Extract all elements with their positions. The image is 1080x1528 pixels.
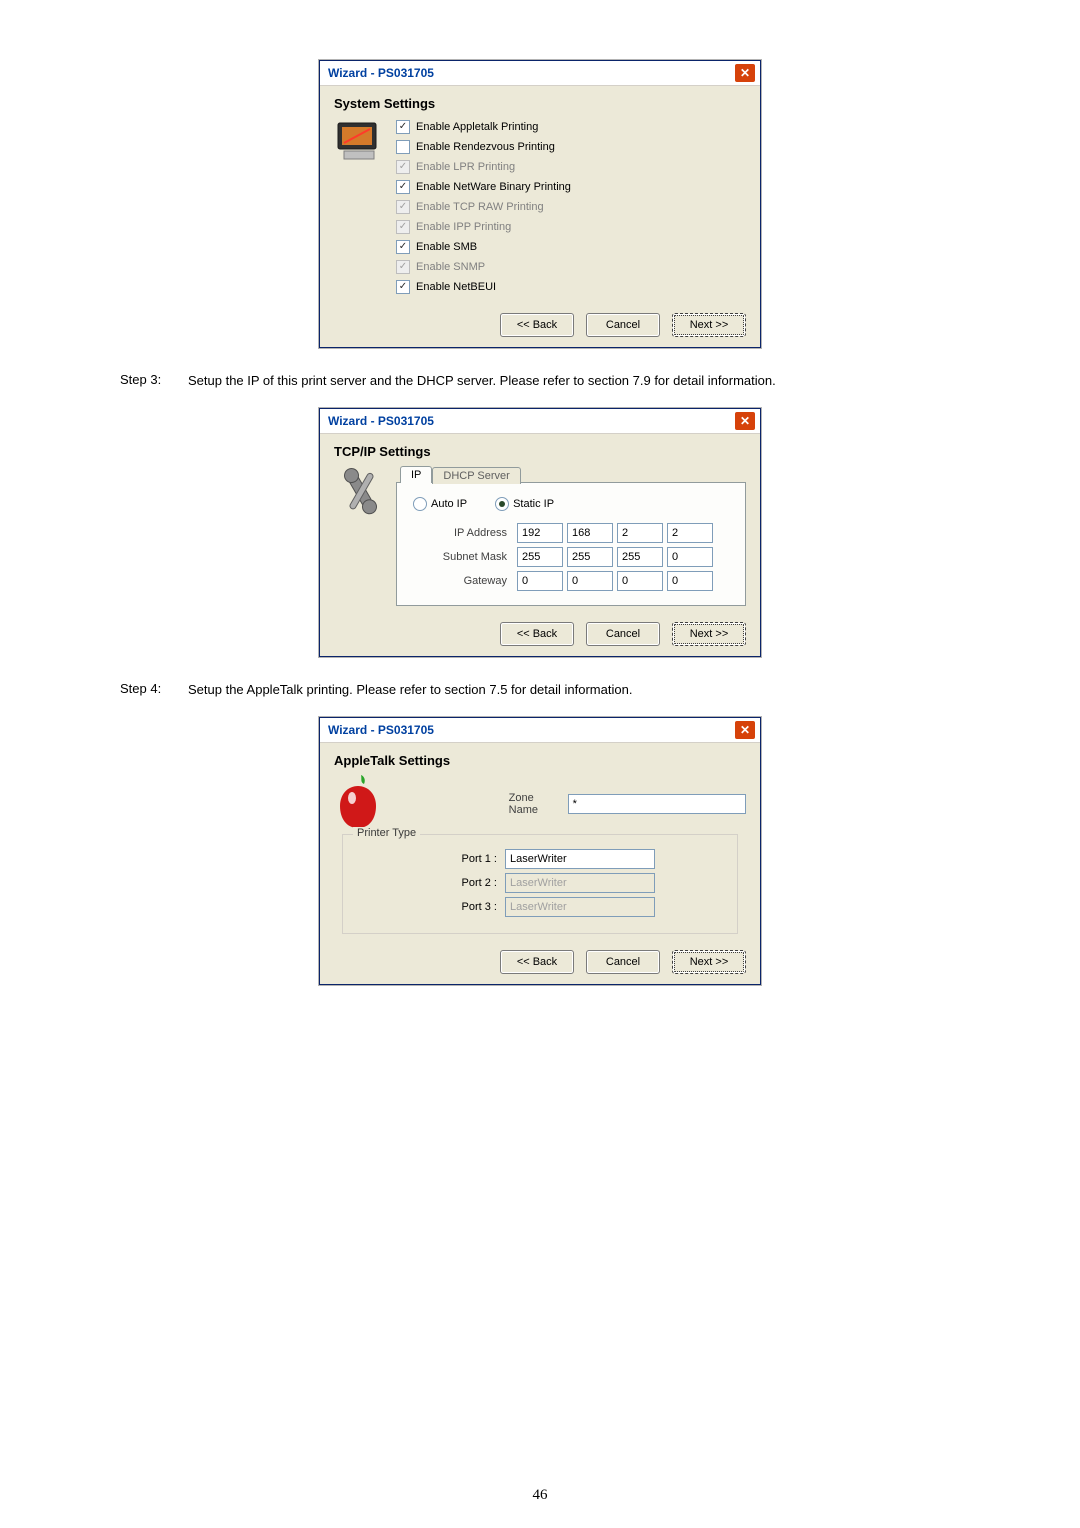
step3-label: Step 3: xyxy=(120,372,188,390)
mask-octet[interactable]: 255 xyxy=(517,547,563,567)
checkbox-label: Enable LPR Printing xyxy=(416,161,515,173)
radio-static-ip[interactable]: Static IP xyxy=(495,497,554,511)
gateway-label: Gateway xyxy=(423,575,513,587)
page-number: 46 xyxy=(0,1487,1080,1504)
checkbox-label: Enable IPP Printing xyxy=(416,221,511,233)
checkbox-icon[interactable]: ✓ xyxy=(396,180,410,194)
ip-octet[interactable]: 2 xyxy=(667,523,713,543)
checkbox-icon: ✓ xyxy=(396,260,410,274)
ip-address-label: IP Address xyxy=(423,527,513,539)
mask-octet[interactable]: 0 xyxy=(667,547,713,567)
tab-dhcp[interactable]: DHCP Server xyxy=(432,467,520,484)
monitor-icon xyxy=(334,117,396,297)
window-title: Wizard - PS031705 xyxy=(328,414,434,428)
printer-type-fieldset: Printer Type Port 1 :LaserWriterPort 2 :… xyxy=(342,834,738,934)
titlebar[interactable]: Wizard - PS031705 ✕ xyxy=(320,61,760,86)
checkbox-label: Enable SNMP xyxy=(416,261,485,273)
close-icon[interactable]: ✕ xyxy=(734,411,756,431)
checkbox-row: ✓ Enable TCP RAW Printing xyxy=(396,197,746,217)
port-row: Port 3 : LaserWriter xyxy=(451,897,725,917)
checkbox-icon[interactable]: ✓ xyxy=(396,120,410,134)
mask-octet[interactable]: 255 xyxy=(567,547,613,567)
close-icon[interactable]: ✕ xyxy=(734,63,756,83)
subnet-mask-label: Subnet Mask xyxy=(423,551,513,563)
fieldset-legend: Printer Type xyxy=(353,827,420,839)
back-button[interactable]: << Back xyxy=(500,313,574,337)
checkbox-row[interactable]: Enable Rendezvous Printing xyxy=(396,137,746,157)
back-button[interactable]: << Back xyxy=(500,950,574,974)
port-label: Port 1 : xyxy=(451,853,497,865)
checkbox-row[interactable]: ✓ Enable SMB xyxy=(396,237,746,257)
window-title: Wizard - PS031705 xyxy=(328,723,434,737)
port-row: Port 2 : LaserWriter xyxy=(451,873,725,893)
close-icon[interactable]: ✕ xyxy=(734,720,756,740)
checkbox-icon[interactable]: ✓ xyxy=(396,280,410,294)
checkbox-label: Enable Appletalk Printing xyxy=(416,121,538,133)
checkbox-row[interactable]: ✓ Enable NetBEUI xyxy=(396,277,746,297)
checkbox-row[interactable]: ✓ Enable NetWare Binary Printing xyxy=(396,177,746,197)
checkbox-icon: ✓ xyxy=(396,220,410,234)
mask-octet[interactable]: 255 xyxy=(617,547,663,567)
port-label: Port 3 : xyxy=(451,901,497,913)
checkbox-row: ✓ Enable LPR Printing xyxy=(396,157,746,177)
gw-octet[interactable]: 0 xyxy=(567,571,613,591)
port-input[interactable]: LaserWriter xyxy=(505,849,655,869)
section-heading: AppleTalk Settings xyxy=(334,753,746,768)
radio-auto-ip[interactable]: Auto IP xyxy=(413,497,467,511)
titlebar[interactable]: Wizard - PS031705 ✕ xyxy=(320,718,760,743)
checkbox-icon: ✓ xyxy=(396,160,410,174)
gw-octet[interactable]: 0 xyxy=(617,571,663,591)
port-row: Port 1 : LaserWriter xyxy=(451,849,725,869)
step3-text: Setup the IP of this print server and th… xyxy=(188,372,960,390)
checkbox-icon[interactable]: ✓ xyxy=(396,240,410,254)
titlebar[interactable]: Wizard - PS031705 ✕ xyxy=(320,409,760,434)
checkbox-label: Enable SMB xyxy=(416,241,477,253)
ip-octet[interactable]: 2 xyxy=(617,523,663,543)
checkbox-label: Enable NetWare Binary Printing xyxy=(416,181,571,193)
tcpip-settings-dialog: Wizard - PS031705 ✕ TCP/IP Settings xyxy=(319,408,761,657)
step4-label: Step 4: xyxy=(120,681,188,699)
checkbox-icon[interactable] xyxy=(396,140,410,154)
section-heading: TCP/IP Settings xyxy=(334,444,746,459)
window-title: Wizard - PS031705 xyxy=(328,66,434,80)
checkbox-icon: ✓ xyxy=(396,200,410,214)
gw-octet[interactable]: 0 xyxy=(667,571,713,591)
cancel-button[interactable]: Cancel xyxy=(586,313,660,337)
wrench-icon xyxy=(334,465,396,606)
ip-octet[interactable]: 168 xyxy=(567,523,613,543)
checkbox-label: Enable Rendezvous Printing xyxy=(416,141,555,153)
step3-paragraph: Step 3: Setup the IP of this print serve… xyxy=(120,372,960,390)
cancel-button[interactable]: Cancel xyxy=(586,622,660,646)
apple-icon xyxy=(334,774,389,830)
back-button[interactable]: << Back xyxy=(500,622,574,646)
checkbox-row[interactable]: ✓ Enable Appletalk Printing xyxy=(396,117,746,137)
gw-octet[interactable]: 0 xyxy=(517,571,563,591)
checkbox-label: Enable TCP RAW Printing xyxy=(416,201,544,213)
zone-name-label: Zone Name xyxy=(509,792,560,816)
ip-octet[interactable]: 192 xyxy=(517,523,563,543)
next-button[interactable]: Next >> xyxy=(672,622,746,646)
step4-text: Setup the AppleTalk printing. Please ref… xyxy=(188,681,960,699)
tab-ip[interactable]: IP xyxy=(400,466,432,483)
checkbox-row: ✓ Enable IPP Printing xyxy=(396,217,746,237)
port-input: LaserWriter xyxy=(505,897,655,917)
zone-name-input[interactable]: * xyxy=(568,794,746,814)
port-input: LaserWriter xyxy=(505,873,655,893)
appletalk-settings-dialog: Wizard - PS031705 ✕ AppleTalk Settings Z… xyxy=(319,717,761,985)
checkbox-label: Enable NetBEUI xyxy=(416,281,496,293)
section-heading: System Settings xyxy=(334,96,746,111)
next-button[interactable]: Next >> xyxy=(672,313,746,337)
next-button[interactable]: Next >> xyxy=(672,950,746,974)
step4-paragraph: Step 4: Setup the AppleTalk printing. Pl… xyxy=(120,681,960,699)
port-label: Port 2 : xyxy=(451,877,497,889)
system-settings-dialog: Wizard - PS031705 ✕ System Settings ✓ Ena… xyxy=(319,60,761,348)
ip-tab-panel: Auto IP Static IP IP Address 192 168 2 xyxy=(396,482,746,606)
cancel-button[interactable]: Cancel xyxy=(586,950,660,974)
checkbox-row: ✓ Enable SNMP xyxy=(396,257,746,277)
